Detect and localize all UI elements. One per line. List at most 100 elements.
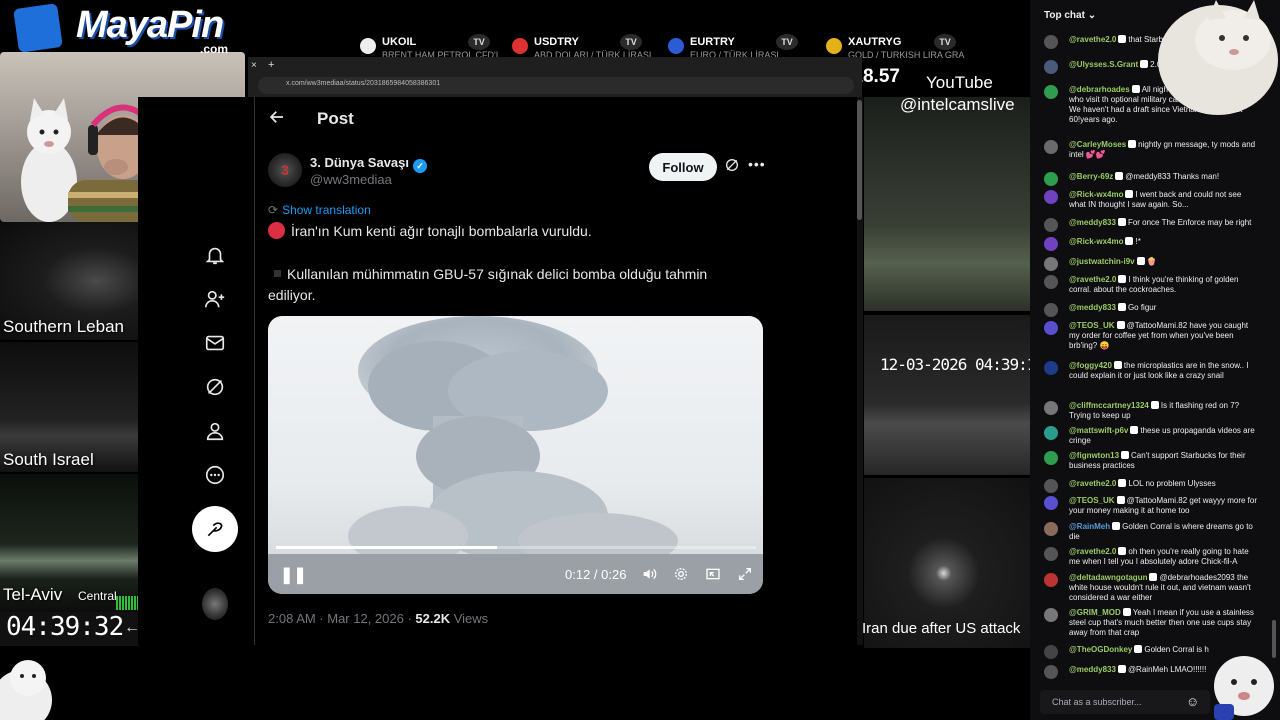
chat-username[interactable]: @debrarhoades — [1069, 85, 1130, 94]
chat-message: @TEOS_UK @TattooMami.82 have you caught m… — [1044, 321, 1258, 351]
chat-user-avatar[interactable] — [1044, 426, 1058, 440]
explosion-cloud-image — [268, 316, 763, 594]
member-badge-icon — [1150, 401, 1159, 409]
show-translation-link[interactable]: ⟳ Show translation — [268, 203, 371, 217]
chat-message: @Rick-wx4mo !* — [1044, 237, 1258, 251]
author-avatar[interactable]: 3 — [268, 153, 302, 187]
pause-icon[interactable]: ❚❚ — [280, 565, 307, 585]
account-avatar[interactable] — [202, 588, 228, 620]
logo-domain: .com — [200, 42, 229, 56]
member-badge-icon — [1117, 303, 1126, 311]
chat-user-avatar[interactable] — [1044, 479, 1058, 493]
chat-username[interactable]: @meddy833 — [1069, 218, 1116, 227]
chat-username[interactable]: @meddy833 — [1069, 665, 1116, 674]
chat-user-avatar[interactable] — [1044, 451, 1058, 465]
chat-username[interactable]: @TEOS_UK — [1069, 321, 1115, 330]
more-options-icon[interactable] — [203, 464, 227, 488]
video-progress-bar[interactable] — [276, 546, 756, 549]
chat-username[interactable]: @meddy833 — [1069, 303, 1116, 312]
messages-icon[interactable] — [203, 332, 227, 356]
compose-post-button[interactable] — [192, 506, 238, 552]
member-badge-icon — [1115, 172, 1124, 180]
back-arrow-icon[interactable] — [268, 108, 286, 131]
chat-user-avatar[interactable] — [1044, 35, 1058, 49]
chat-username[interactable]: @ravethe2.0 — [1069, 547, 1116, 556]
chat-user-avatar[interactable] — [1044, 257, 1058, 271]
views-label: Views — [450, 611, 489, 626]
author-name-text[interactable]: 3. Dünya Savaşı — [310, 155, 409, 170]
chat-username[interactable]: @TEOS_UK — [1069, 496, 1115, 505]
chat-username[interactable]: @Berry-69z — [1069, 172, 1113, 181]
chat-username[interactable]: @justwatchin-i9v — [1069, 257, 1135, 266]
chat-user-avatar[interactable] — [1044, 547, 1058, 561]
chat-user-avatar[interactable] — [1044, 522, 1058, 536]
chat-input-placeholder[interactable]: Chat as a subscriber... — [1052, 697, 1142, 707]
volume-icon[interactable] — [641, 566, 657, 585]
audio-meter — [116, 596, 138, 610]
chat-user-avatar[interactable] — [1044, 60, 1058, 74]
chat-message: @meddy833 Go figur — [1044, 303, 1258, 317]
member-badge-icon — [1130, 426, 1139, 434]
chat-user-avatar[interactable] — [1044, 275, 1058, 289]
chat-username[interactable]: @fignwton13 — [1069, 451, 1119, 460]
chat-message: @mattswift-p6v these us propaganda videos… — [1044, 426, 1258, 446]
chat-user-avatar[interactable] — [1044, 496, 1058, 510]
chat-user-avatar[interactable] — [1044, 608, 1058, 622]
chat-username[interactable]: @GRIM_MOD — [1069, 608, 1121, 617]
chat-username[interactable]: @mattswift-p6v — [1069, 426, 1128, 435]
author-handle[interactable]: @ww3mediaa — [310, 172, 392, 187]
picture-in-picture-icon[interactable] — [705, 566, 721, 585]
chat-message-body: @deltadawngotagun @debrarhoades2093 the w… — [1069, 573, 1258, 603]
chat-username[interactable]: @ravethe2.0 — [1069, 275, 1116, 284]
fullscreen-icon[interactable] — [737, 566, 753, 585]
chat-user-avatar[interactable] — [1044, 573, 1058, 587]
chat-user-avatar[interactable] — [1044, 190, 1058, 204]
tab-close-icon[interactable]: × — [251, 60, 257, 71]
chat-message: @deltadawngotagun @debrarhoades2093 the w… — [1044, 573, 1258, 603]
chat-username[interactable]: @Rick-wx4mo — [1069, 190, 1123, 199]
new-tab-icon[interactable]: + — [268, 59, 274, 71]
emoji-icon[interactable]: ☺ — [1186, 694, 1199, 709]
post-timestamp[interactable]: 2:08 AM · Mar 12, 2026 · — [268, 611, 415, 626]
chat-user-avatar[interactable] — [1044, 665, 1058, 679]
show-translation-label[interactable]: Show translation — [282, 203, 371, 217]
chat-user-avatar[interactable] — [1044, 303, 1058, 317]
grok-explain-icon[interactable] — [724, 157, 740, 178]
chat-user-avatar[interactable] — [1044, 321, 1058, 335]
member-badge-icon — [1118, 275, 1127, 283]
follow-icon[interactable] — [203, 288, 227, 312]
chat-username[interactable]: @Ulysses.S.Grant — [1069, 60, 1138, 69]
top-chat-dropdown[interactable]: Top chat ⌄ — [1044, 10, 1096, 21]
chat-username[interactable]: @CarleyMoses — [1069, 140, 1126, 149]
chat-user-avatar[interactable] — [1044, 85, 1058, 99]
chat-user-avatar[interactable] — [1044, 645, 1058, 659]
chat-username[interactable]: @ravethe2.0 — [1069, 479, 1116, 488]
chat-username[interactable]: @Rick-wx4mo — [1069, 237, 1123, 246]
grok-icon[interactable] — [203, 376, 227, 400]
chat-username[interactable]: @RainMeh — [1069, 522, 1110, 531]
chat-user-avatar[interactable] — [1044, 401, 1058, 415]
settings-gear-icon[interactable] — [673, 566, 689, 585]
chat-message-body: @foggy420 the microplastics are in the sn… — [1069, 361, 1258, 381]
profile-icon[interactable] — [203, 420, 227, 444]
post-more-icon[interactable]: ••• — [748, 156, 766, 172]
chat-username[interactable]: @cliffmccartney1324 — [1069, 401, 1149, 410]
scrollbar-thumb[interactable] — [857, 100, 862, 220]
chat-user-avatar[interactable] — [1044, 218, 1058, 232]
address-url[interactable]: x.com/ww3mediaa/status/20318659840583863… — [286, 80, 440, 87]
chat-message: @ravethe2.0 I think you're thinking of go… — [1044, 275, 1258, 295]
cam-right-middle — [864, 315, 1030, 475]
notifications-icon[interactable] — [203, 244, 227, 268]
chat-user-avatar[interactable] — [1044, 140, 1058, 154]
follow-button[interactable]: Follow — [649, 153, 717, 181]
chat-user-avatar[interactable] — [1044, 361, 1058, 375]
chat-user-avatar[interactable] — [1044, 237, 1058, 251]
chat-username[interactable]: @foggy420 — [1069, 361, 1112, 370]
chat-user-avatar[interactable] — [1044, 172, 1058, 186]
author-name[interactable]: 3. Dünya Savaşı ✓ — [310, 155, 427, 173]
chat-username[interactable]: @ravethe2.0 — [1069, 35, 1116, 44]
video-player[interactable] — [268, 316, 763, 594]
chat-username[interactable]: @deltadawngotagun — [1069, 573, 1147, 582]
chat-username[interactable]: @TheOGDonkey — [1069, 645, 1132, 654]
member-badge-icon — [1116, 496, 1125, 504]
